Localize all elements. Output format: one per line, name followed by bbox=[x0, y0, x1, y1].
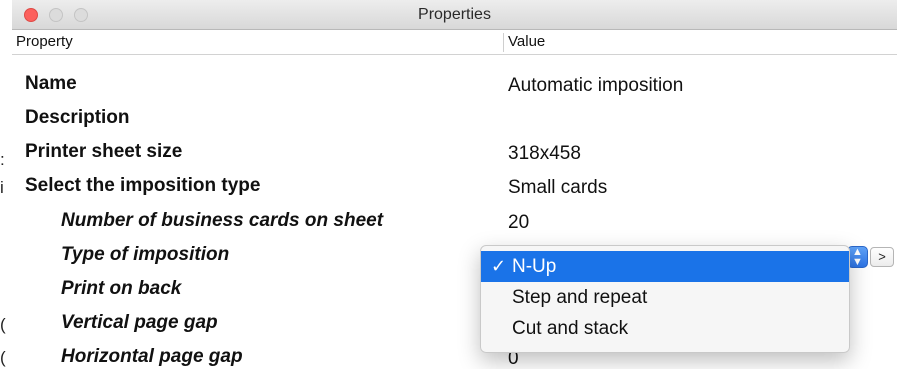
property-name: Print on back bbox=[61, 278, 182, 299]
imposition-type-popup-menu: ✓ N-Up Step and repeat Cut and stack bbox=[480, 245, 850, 353]
background-glyph: i bbox=[0, 178, 4, 197]
table-row[interactable]: Number of business cards on sheet 20 bbox=[12, 206, 897, 240]
property-value[interactable]: 318x458 bbox=[508, 143, 581, 165]
property-name: Printer sheet size bbox=[25, 141, 183, 162]
menu-item-cut-and-stack[interactable]: Cut and stack bbox=[481, 313, 849, 344]
table-row[interactable]: Description bbox=[12, 103, 897, 137]
column-header-value[interactable]: Value bbox=[508, 33, 545, 50]
property-name: Number of business cards on sheet bbox=[61, 210, 384, 231]
background-window: : i ( ( bbox=[0, 0, 12, 369]
background-glyph: ( bbox=[0, 315, 6, 334]
background-glyph: ( bbox=[0, 348, 6, 367]
background-glyph: : bbox=[0, 150, 5, 169]
table-row[interactable]: Select the imposition type Small cards bbox=[12, 171, 897, 205]
properties-window: Properties Property Value Name Automatic… bbox=[12, 0, 897, 369]
property-name: Horizontal page gap bbox=[61, 346, 243, 367]
menu-item-n-up[interactable]: ✓ N-Up bbox=[481, 251, 849, 282]
menu-item-label: N-Up bbox=[512, 256, 557, 277]
property-name: Type of imposition bbox=[61, 244, 230, 265]
table-row[interactable]: Printer sheet size 318x458 bbox=[12, 137, 897, 171]
screen: : i ( ( Properties Property Value Name A… bbox=[0, 0, 897, 369]
property-value[interactable]: Small cards bbox=[508, 177, 607, 199]
property-value[interactable]: Automatic imposition bbox=[508, 75, 683, 97]
more-options-button[interactable]: > bbox=[870, 247, 894, 267]
column-header-property[interactable]: Property bbox=[16, 33, 73, 50]
window-title: Properties bbox=[418, 6, 491, 23]
column-divider[interactable] bbox=[503, 33, 504, 52]
property-name: Vertical page gap bbox=[61, 312, 218, 333]
menu-item-label: Cut and stack bbox=[512, 318, 629, 339]
property-name: Description bbox=[25, 107, 130, 128]
table-header: Property Value bbox=[12, 30, 897, 55]
menu-item-step-and-repeat[interactable]: Step and repeat bbox=[481, 282, 849, 313]
property-name: Select the imposition type bbox=[25, 175, 261, 196]
imposition-type-select-stepper[interactable]: ▲ ▼ bbox=[847, 246, 868, 268]
chevron-down-icon: ▼ bbox=[852, 256, 863, 268]
checkmark-icon: ✓ bbox=[491, 256, 507, 276]
property-name: Name bbox=[25, 73, 77, 94]
title-bar[interactable]: Properties bbox=[12, 0, 897, 30]
property-value[interactable]: 20 bbox=[508, 212, 529, 234]
table-row[interactable]: Name Automatic imposition bbox=[12, 69, 897, 103]
menu-item-label: Step and repeat bbox=[512, 287, 648, 308]
